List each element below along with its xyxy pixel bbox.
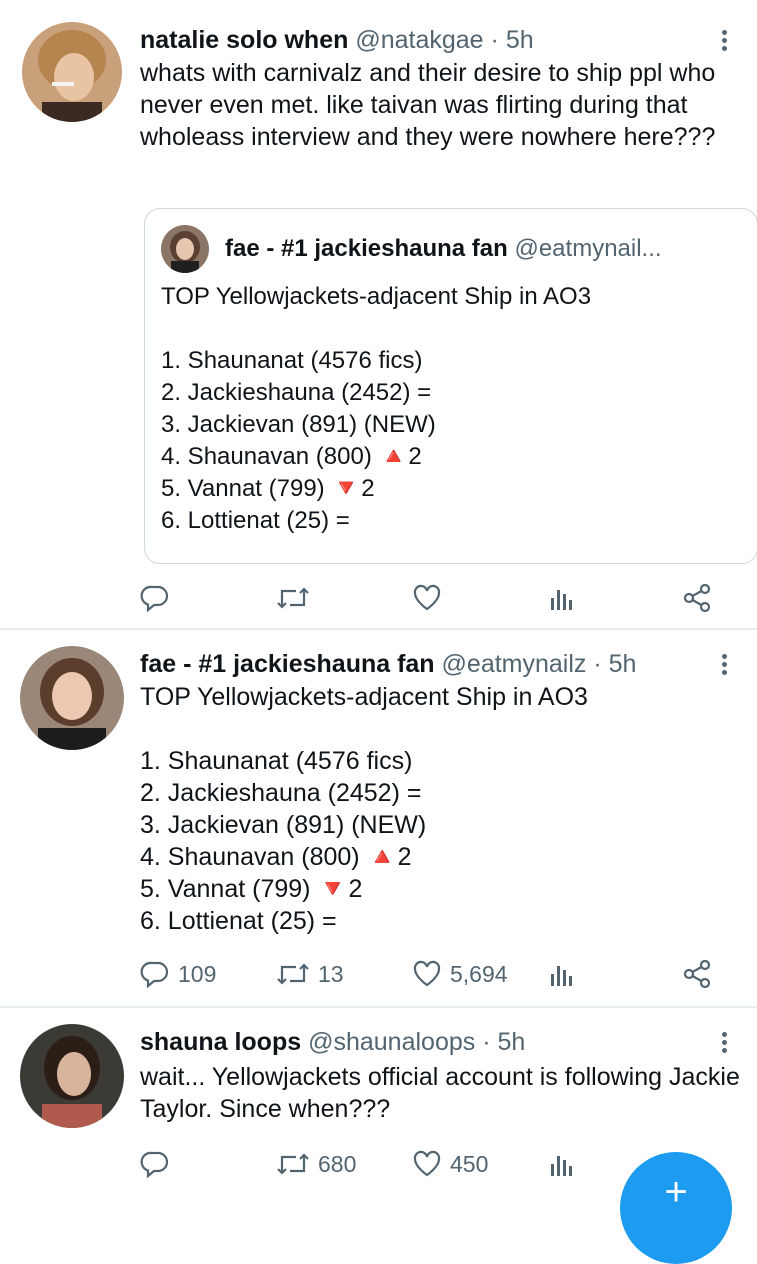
tweet-header: shauna loops @shaunaloops · 5h (140, 1026, 525, 1058)
compose-plus-icon: + (664, 1170, 688, 1214)
tweet-text: TOP Yellowjackets-adjacent Ship in AO3 1… (140, 683, 588, 935)
heart-icon (412, 583, 442, 613)
share-icon (682, 959, 712, 989)
display-name: fae - #1 jackieshauna fan (225, 235, 508, 262)
timestamp[interactable]: 5h (498, 1028, 526, 1056)
more-vertical-icon[interactable] (719, 1032, 729, 1056)
tweet-header: fae - #1 jackieshauna fan @eatmynailz · … (140, 648, 636, 680)
views-button[interactable] (548, 578, 576, 618)
like-button[interactable] (412, 578, 442, 618)
display-name[interactable]: shauna loops (140, 1028, 301, 1056)
views-button[interactable] (548, 1144, 576, 1184)
like-button[interactable]: 450 (412, 1144, 488, 1184)
tweet-header: natalie solo when @natakgae · 5h (140, 24, 534, 56)
share-button[interactable] (682, 954, 712, 994)
user-handle[interactable]: @natakgae (355, 26, 483, 54)
retweet-button[interactable]: 13 (276, 954, 344, 994)
share-icon (682, 583, 712, 613)
tweet-text: wait... Yellowjackets official account i… (140, 1063, 740, 1123)
compose-button[interactable]: + (620, 1152, 732, 1264)
user-handle[interactable]: @shaunaloops (308, 1028, 475, 1056)
separator: · (482, 1028, 491, 1056)
reply-count: 109 (178, 960, 217, 987)
action-bar: 109 13 5,694 (0, 954, 757, 994)
quoted-tweet-header: fae - #1 jackieshauna fan @eatmynail... (225, 233, 745, 265)
separator: · (490, 26, 499, 54)
timestamp[interactable]: 5h (609, 650, 637, 678)
avatar[interactable] (22, 22, 122, 122)
reply-icon (140, 959, 170, 989)
retweet-icon (276, 1149, 310, 1179)
reply-button[interactable] (140, 1144, 170, 1184)
views-button[interactable] (548, 954, 576, 994)
display-name[interactable]: fae - #1 jackieshauna fan (140, 650, 435, 678)
heart-icon (412, 1149, 442, 1179)
share-button[interactable] (682, 578, 712, 618)
analytics-icon (548, 960, 576, 988)
more-vertical-icon[interactable] (719, 30, 729, 54)
tweet[interactable]: fae - #1 jackieshauna fan @eatmynailz · … (0, 630, 757, 1006)
avatar[interactable] (20, 646, 124, 750)
like-count: 450 (450, 1150, 489, 1177)
avatar[interactable] (20, 1024, 124, 1128)
retweet-icon (276, 959, 310, 989)
timestamp[interactable]: 5h (506, 26, 534, 54)
tweet-text: whats with carnivalz and their desire to… (140, 59, 716, 151)
retweet-button[interactable] (276, 578, 310, 618)
user-handle[interactable]: @eatmynailz (442, 650, 587, 678)
quoted-tweet[interactable]: fae - #1 jackieshauna fan @eatmynail... … (144, 208, 757, 564)
action-bar (0, 578, 757, 618)
reply-button[interactable]: 109 (140, 954, 216, 994)
avatar (161, 225, 209, 273)
more-vertical-icon[interactable] (719, 654, 729, 678)
retweet-icon (276, 583, 310, 613)
reply-icon (140, 583, 170, 613)
tweet[interactable]: natalie solo when @natakgae · 5h whats w… (0, 0, 757, 628)
like-count: 5,694 (450, 960, 508, 987)
display-name[interactable]: natalie solo when (140, 26, 348, 54)
retweet-count: 680 (318, 1150, 357, 1177)
like-button[interactable]: 5,694 (412, 954, 508, 994)
user-handle: @eatmynail... (514, 235, 662, 262)
retweet-count: 13 (318, 960, 344, 987)
heart-icon (412, 959, 442, 989)
reply-icon (140, 1149, 170, 1179)
separator: · (593, 650, 602, 678)
analytics-icon (548, 584, 576, 612)
quoted-tweet-text: TOP Yellowjackets-adjacent Ship in AO3 1… (161, 283, 592, 534)
reply-button[interactable] (140, 578, 170, 618)
retweet-button[interactable]: 680 (276, 1144, 356, 1184)
analytics-icon (548, 1150, 576, 1178)
